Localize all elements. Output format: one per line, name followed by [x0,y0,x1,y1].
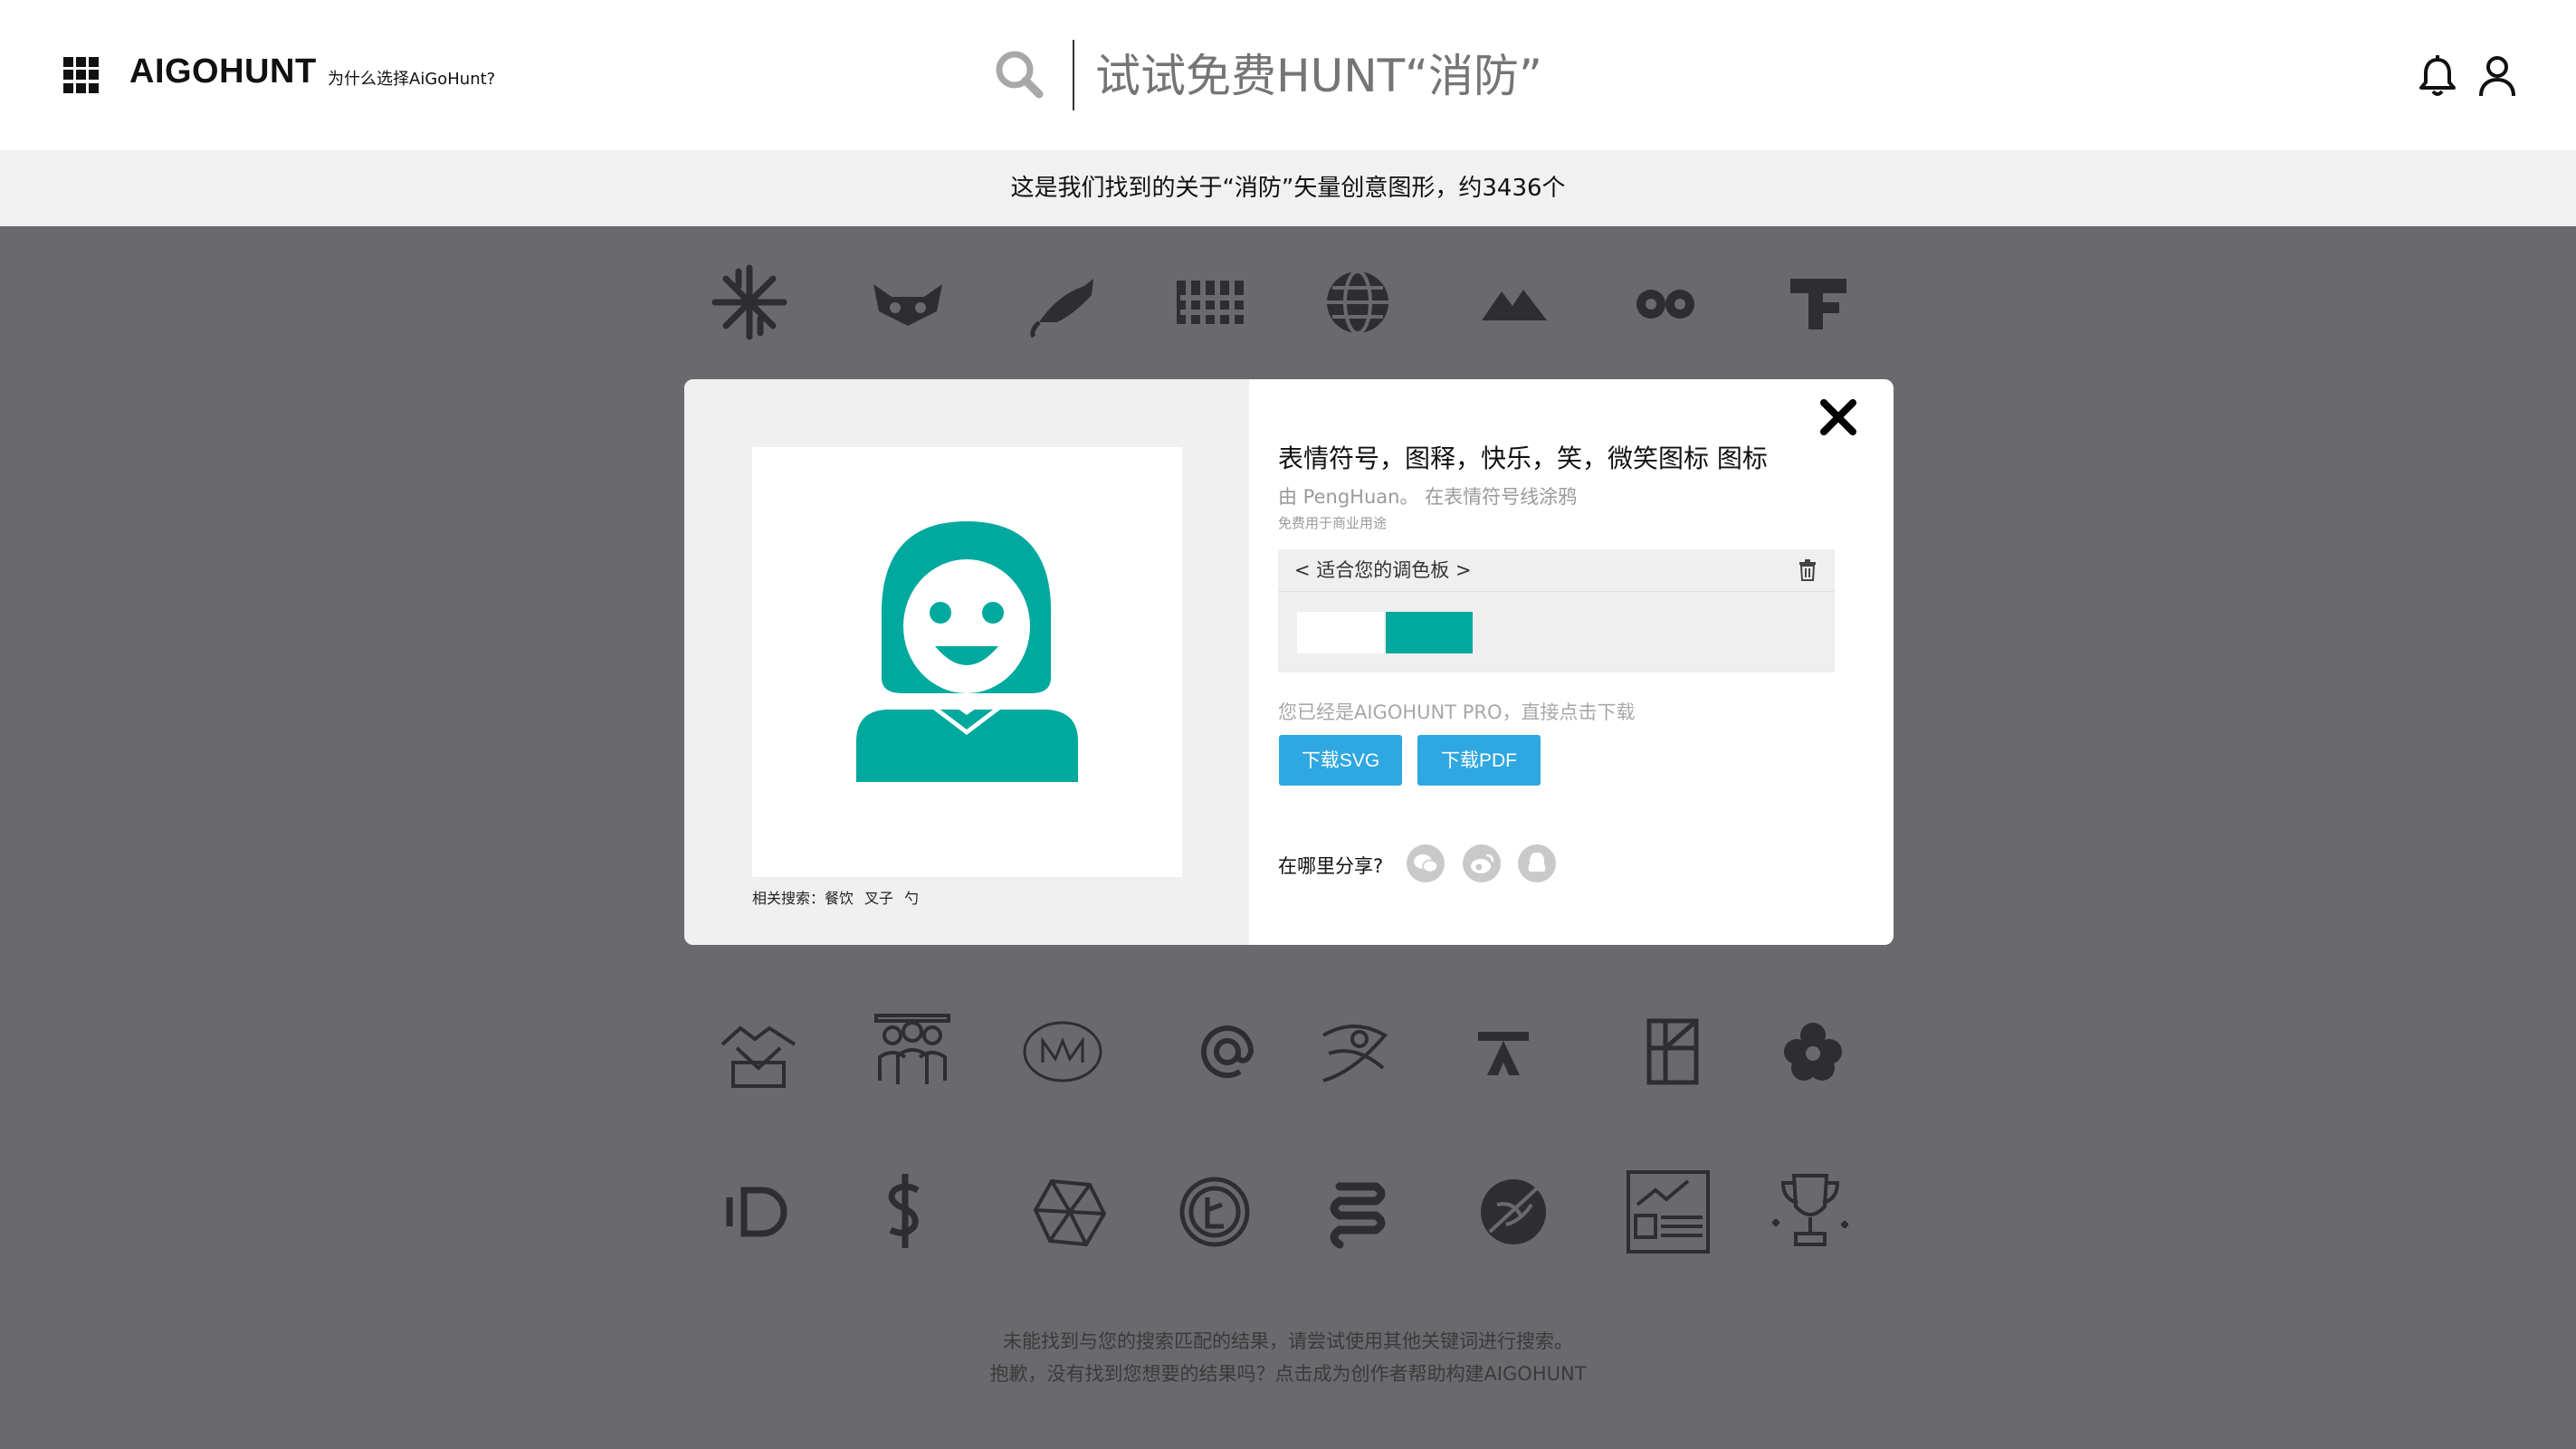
download-svg-button[interactable]: 下载SVG [1279,735,1402,786]
icon-detail-modal: 相关搜索：餐饮 叉子勺 表情符号，图释，快乐，笑，微笑图标 图标 由 PengHu… [684,379,1894,945]
weibo-icon[interactable] [1463,844,1501,882]
globe-icon[interactable] [1314,259,1401,346]
download-pdf-button[interactable]: 下载PDF [1417,735,1541,786]
snowflake-pattern-icon[interactable] [706,259,793,346]
at-sign-icon[interactable] [1184,1008,1271,1095]
letter-f-icon[interactable] [1774,259,1861,346]
square-frame-icon[interactable] [1629,1008,1716,1095]
coil-icon[interactable] [1314,1168,1401,1255]
palette-switcher[interactable]: < 适合您的调色板 > [1294,549,1472,591]
palette-header: < 适合您的调色板 > [1278,549,1835,592]
user-icon[interactable] [2476,54,2518,98]
wechat-icon[interactable] [1407,844,1445,882]
polygon-gem-icon[interactable] [1026,1168,1113,1255]
newspaper-chart-icon[interactable] [1625,1168,1712,1255]
dollar-s-icon[interactable] [862,1168,949,1255]
flower-icon[interactable] [1770,1008,1856,1095]
mouse-running-icon[interactable] [1021,259,1108,346]
leaf-circle-icon[interactable] [1470,1168,1557,1255]
pro-download-note: 您已经是AIGOHUNT PRO，直接点击下载 [1278,701,1636,723]
no-match-message: 未能找到与您的搜索匹配的结果，请尝试使用其他关键词进行搜索。 [1003,1330,1573,1352]
girl-avatar-icon [856,521,1078,782]
qq-icon[interactable] [1518,844,1556,882]
swirl-logo-icon[interactable] [1311,1008,1398,1095]
become-creator-message[interactable]: 抱歉，没有找到您想要的结果吗？点击成为创作者帮助构建AIGOHUNT [0,1359,2576,1387]
brand-logo[interactable]: AIGOHUNT [129,52,317,91]
pixel-pattern-icon[interactable] [1168,259,1255,346]
color-swatch-teal[interactable] [1386,612,1473,653]
result-summary: 这是我们找到的关于“消防”矢量创意图形，约3436个 [0,150,2576,226]
palette-panel: < 适合您的调色板 > [1278,549,1835,672]
related-searches: 相关搜索：餐饮 叉子勺 [752,886,930,908]
icon-author-byline[interactable]: 由 PengHuan。 在表情符号线涂鸦 [1278,482,1577,510]
color-swatch-white[interactable] [1297,612,1384,653]
team-people-icon[interactable] [869,1008,956,1095]
letter-a-icon[interactable] [1460,1008,1547,1095]
search-icon[interactable] [992,47,1046,101]
trophy-icon[interactable] [1767,1168,1854,1255]
icon-title: 表情符号，图释，快乐，笑，微笑图标 图标 [1278,443,1768,473]
icon-preview [752,447,1182,877]
close-icon[interactable] [1818,397,1858,437]
raccoon-face-icon[interactable] [864,259,951,346]
top-header: AIGOHUNT 为什么选择AiGoHunt? [0,0,2576,150]
related-term[interactable]: 餐饮 [825,890,854,907]
related-label: 相关搜索： [752,890,825,907]
monogram-badge-icon[interactable] [1019,1008,1106,1095]
trash-icon[interactable] [1798,559,1818,581]
why-aigohunt-link[interactable]: 为什么选择AiGoHunt? [328,66,495,90]
search-input[interactable] [1095,36,1729,116]
related-term[interactable]: 勺 [904,890,919,907]
eyes-logo-icon[interactable] [1622,259,1709,346]
handshake-icon[interactable] [715,1008,802,1095]
coin-logo-icon[interactable] [1171,1168,1258,1255]
mountain-icon[interactable] [1471,259,1558,346]
grid-menu-icon[interactable] [63,57,100,93]
search-divider [1073,40,1074,110]
letter-d-icon[interactable] [715,1168,802,1255]
preview-panel: 相关搜索：餐饮 叉子勺 [684,379,1249,945]
share-label: 在哪里分享? [1278,855,1384,877]
related-term[interactable]: 叉子 [864,890,893,907]
bell-icon[interactable] [2417,54,2458,98]
license-note: 免费用于商业用途 [1278,515,1388,531]
